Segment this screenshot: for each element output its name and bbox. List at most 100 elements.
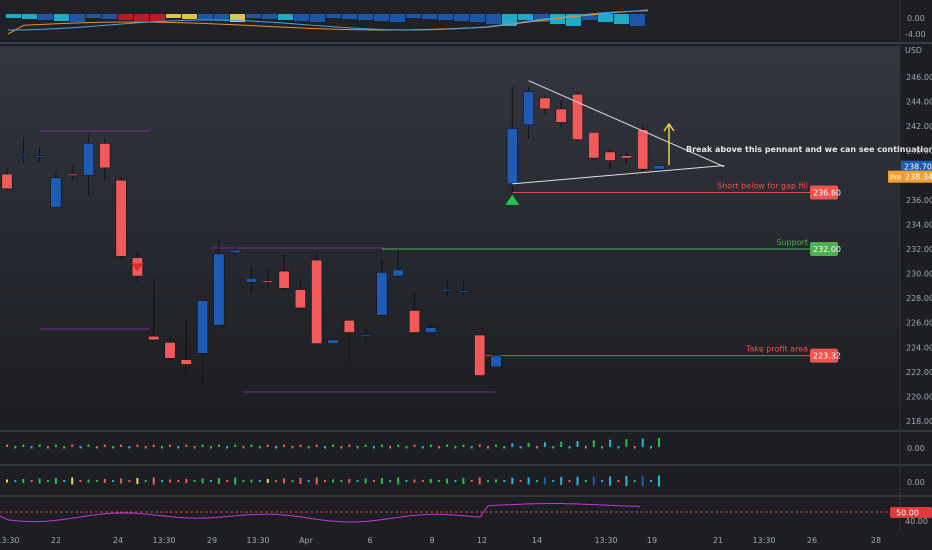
price-axis-tick: 226.00 xyxy=(906,319,932,328)
indicator-1-mark xyxy=(503,446,506,449)
indicator-2-mark xyxy=(462,478,465,484)
indicator-1-mark xyxy=(543,442,546,447)
top-indicator-bar xyxy=(310,14,325,22)
indicator-2-mark xyxy=(185,479,188,483)
indicator-2-mark xyxy=(14,480,17,482)
top-indicator-bar xyxy=(54,14,69,21)
indicator-1-mark xyxy=(527,442,530,447)
indicator-2-mark xyxy=(38,478,41,484)
indicator-1-mark xyxy=(650,446,652,449)
top-indicator-bar xyxy=(438,14,453,20)
top-indicator-panel[interactable]: 0.00 -4.00 xyxy=(0,0,926,40)
candle xyxy=(588,131,600,161)
indicator-2-mark xyxy=(103,479,106,483)
indicator-1-mark xyxy=(584,446,587,449)
support-level-badge-value: 232.00 xyxy=(813,245,841,254)
time-axis-label: 13:30 xyxy=(594,536,617,545)
top-indicator-bar xyxy=(166,14,181,18)
indicator-2-mark xyxy=(478,477,481,485)
top-indicator-bar xyxy=(342,14,357,19)
last-price-value: 238.70 xyxy=(904,163,932,172)
indicator-2-mark xyxy=(307,480,310,482)
top-indicator-bar xyxy=(118,14,133,20)
price-axis-tick: 232.00 xyxy=(906,245,932,254)
candle-body xyxy=(620,155,632,159)
indicator-2-mark xyxy=(576,476,579,486)
top-indicator-bar xyxy=(102,14,117,19)
indicator-1-mark xyxy=(625,439,628,447)
indicator-2-mark xyxy=(120,478,123,484)
pennant-annotation[interactable]: Break above this pennant and we can see … xyxy=(686,145,932,154)
indicator-1-mark xyxy=(324,446,326,449)
indicator-1-mark xyxy=(103,444,106,447)
indicator-1-mark xyxy=(364,444,367,447)
indicator-2-mark xyxy=(30,480,33,482)
indicator-2-mark xyxy=(169,479,171,483)
trading-chart[interactable]: 0.00 -4.00 Short below for gap fill Suppo… xyxy=(0,0,932,550)
time-axis[interactable]: 13:30 22 24 13:30 29 13:30 Apr 6 8 12 14 13:30 19 21 1… xyxy=(0,530,932,550)
pre-label: Pre xyxy=(890,174,901,182)
indicator-1-mark xyxy=(14,446,17,449)
candle-body xyxy=(474,334,486,376)
indicator-1-mark xyxy=(201,444,204,447)
indicator-1-mark xyxy=(250,444,253,447)
top-indicator-bar xyxy=(294,14,309,21)
indicator-1-mark xyxy=(576,441,579,447)
indicator-2-mark xyxy=(22,479,25,483)
price-axis-tick: 234.00 xyxy=(906,220,932,229)
indicator-2-mark xyxy=(275,480,278,482)
indicator-2-tick: 0.00 xyxy=(907,478,925,487)
top-indicator-bar xyxy=(454,14,469,21)
top-indicator-bar xyxy=(70,14,85,22)
top-indicator-bar xyxy=(390,14,405,22)
indicator-1-mark xyxy=(397,444,400,447)
top-indicator-bar xyxy=(374,14,389,21)
candle-body xyxy=(457,290,469,293)
time-axis-label: 22 xyxy=(51,536,61,545)
indicator-1-mark xyxy=(332,444,334,447)
indicator-1-mark xyxy=(633,446,636,449)
indicator-1-mark xyxy=(275,446,278,449)
indicator-1-mark xyxy=(372,446,375,449)
candle xyxy=(311,251,323,344)
time-axis-label: 19 xyxy=(647,536,657,545)
short-level-badge-value: 236.60 xyxy=(813,188,841,197)
time-axis-label: 13:30 xyxy=(752,536,775,545)
indicator-1-mark xyxy=(242,446,245,449)
indicator-2-mark xyxy=(405,480,408,482)
candle-body xyxy=(408,310,421,333)
indicator-1-mark xyxy=(258,446,261,449)
top-indicator-bar xyxy=(134,14,149,21)
indicator-2-mark xyxy=(389,480,392,482)
candle-body xyxy=(1,173,13,190)
top-indicator-bar xyxy=(6,14,21,18)
time-axis-label: 14 xyxy=(532,536,542,545)
time-axis-label: 12 xyxy=(477,536,487,545)
candle-body xyxy=(523,91,535,126)
indicator-1-mark xyxy=(617,446,620,449)
time-axis-label: Apr xyxy=(299,536,314,545)
candle-body xyxy=(376,272,388,316)
indicator-2-mark xyxy=(136,478,139,484)
candle-body xyxy=(82,143,95,176)
indicator-2-mark xyxy=(356,480,359,482)
price-axis-tick: 236.00 xyxy=(906,196,932,205)
indicator-1-mark xyxy=(136,444,139,447)
indicator-2-mark xyxy=(54,478,57,484)
price-axis-tick: 230.00 xyxy=(906,270,932,279)
top-indicator-bar xyxy=(86,14,101,18)
time-axis-label: 21 xyxy=(713,536,723,545)
indicator-1-mark xyxy=(169,444,171,447)
indicator-1-mark xyxy=(120,444,123,447)
indicator-2-mark xyxy=(144,480,147,482)
top-indicator-bar xyxy=(630,14,645,26)
indicator-1-mark xyxy=(185,444,188,447)
time-axis-label: 29 xyxy=(207,536,217,545)
indicator-1-mark xyxy=(592,440,595,447)
indicator-1-mark xyxy=(470,446,473,449)
candle-body xyxy=(653,165,665,170)
indicator-2-mark xyxy=(315,477,318,485)
time-axis-label: 24 xyxy=(113,536,123,545)
indicator-2-mark xyxy=(242,480,245,482)
indicator-1-mark xyxy=(71,444,74,447)
